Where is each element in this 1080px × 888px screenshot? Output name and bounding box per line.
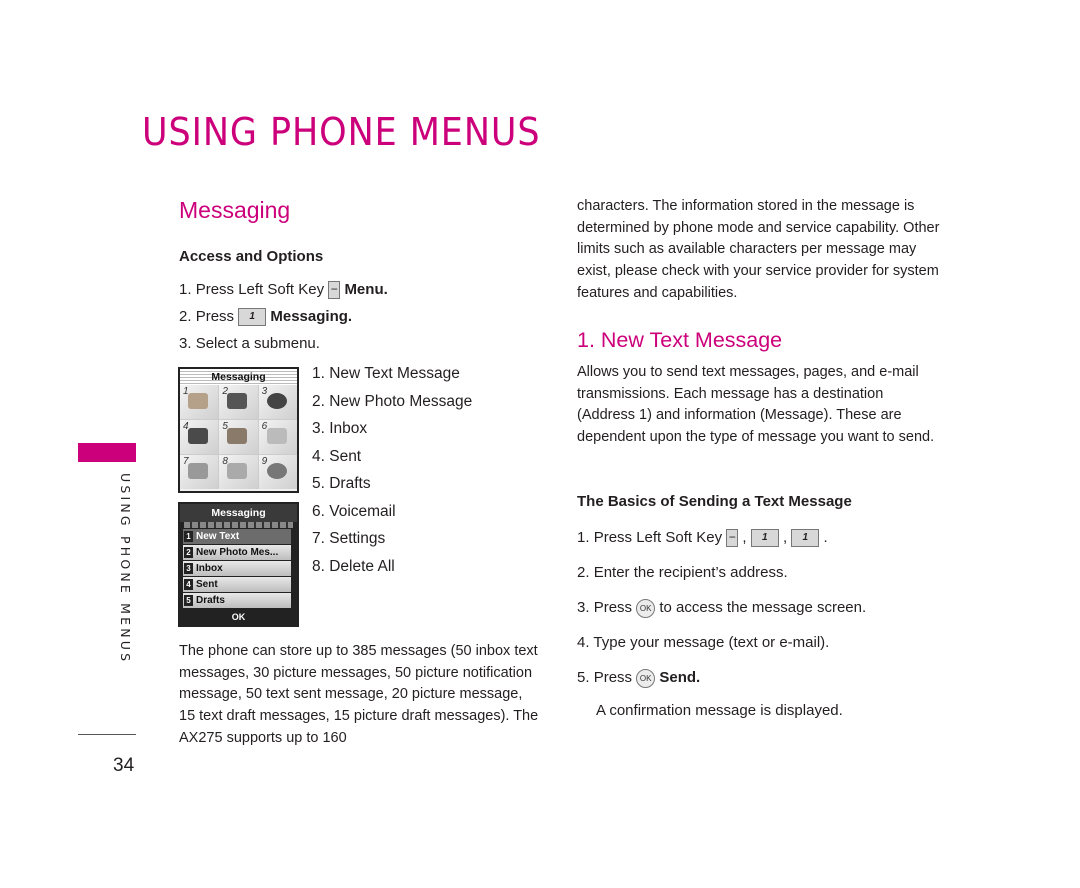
item-label: New Text [196, 531, 240, 542]
step-number: 3. [179, 335, 192, 352]
screen-list-item: 4 Sent [183, 577, 291, 592]
step-text: Select a submenu. [195, 335, 320, 352]
item-number: 2 [184, 546, 193, 558]
submenu-item: 6. Voicemail [312, 502, 396, 520]
grid-cell: 7 [180, 455, 219, 489]
send-step-5: 5. Press OK Send. [577, 668, 700, 688]
step-text: Press Left Soft Key [195, 281, 325, 298]
send-step-3: 3. Press OK to access the message screen… [577, 598, 866, 618]
step-text: Press Left Soft Key [593, 529, 723, 546]
screen-list-item: 3 Inbox [183, 561, 291, 576]
fast-forward-icon [266, 393, 287, 409]
soft-key-icon: − [328, 281, 341, 300]
step-number: 1. [179, 281, 192, 298]
grid-cell: 9 [258, 455, 297, 489]
submenu-item: 2. New Photo Message [312, 392, 473, 410]
step-number: 2. [179, 308, 192, 325]
step-text: Press [593, 669, 633, 686]
step-number: 4. [577, 634, 590, 651]
grid-cell: 4 [180, 420, 219, 454]
forward-arrow-icon [227, 393, 248, 409]
section-title-new-text-message: 1. New Text Message [577, 328, 783, 352]
item-number: 1 [184, 530, 193, 542]
submenu-item: 7. Settings [312, 530, 386, 547]
grid-cell: 8 [219, 455, 258, 489]
key-1-icon: 1 [791, 529, 820, 548]
new-text-message-paragraph: Allows you to send text messages, pages,… [577, 364, 935, 446]
right-paragraph-continued: characters. The information stored in th… [577, 198, 940, 301]
ok-button-icon: OK [636, 668, 656, 688]
send-step-2: 2. Enter the recipient’s address. [577, 563, 788, 583]
item-number: 4 [184, 578, 193, 590]
page-title: USING PHONE MENUS [142, 110, 541, 154]
side-tab-marker [78, 443, 136, 462]
item-label: Drafts [196, 595, 225, 606]
item-label: Sent [196, 579, 218, 590]
step-text: Enter the recipient’s address. [593, 564, 788, 581]
step-text: to access the message screen. [659, 599, 867, 616]
submenu-item: 8. Delete All [312, 557, 395, 575]
grid-cell: 3 [258, 385, 297, 419]
confirmation-note: A confirmation message is displayed. [596, 702, 843, 719]
screen-title: Messaging [180, 504, 297, 522]
page-number: 34 [113, 755, 135, 776]
grid-cell: 1 [180, 385, 219, 419]
key-1-icon: 1 [750, 529, 779, 548]
soft-key-icon: − [726, 529, 739, 548]
step-bold-text: Messaging. [270, 308, 353, 325]
screen-list-item: 1 New Text [183, 529, 291, 544]
grid-cell: 2 [219, 385, 258, 419]
step-text: Press [195, 308, 235, 325]
send-step-4: 4. Type your message (text or e-mail). [577, 633, 829, 653]
access-step-3: 3. Select a submenu. [179, 334, 320, 354]
gears-icon [266, 463, 287, 479]
access-step-1: 1. Press Left Soft Key − Menu. [179, 280, 388, 300]
grid-cell: 5 [219, 420, 258, 454]
submenu-list: 1. New Text Message 2. New Photo Message… [312, 364, 472, 584]
ok-button-icon: OK [636, 598, 656, 618]
side-section-label: USING PHONE MENUS [118, 473, 133, 665]
submenu-item: 5. Drafts [312, 475, 371, 492]
step-number: 2. [577, 564, 590, 581]
screen-scroll-indicator [184, 522, 293, 528]
submenu-item: 1. New Text Message [312, 365, 460, 382]
grid-cell: 6 [258, 420, 297, 454]
page-number-rule [78, 734, 136, 735]
subsection-basics-sending: The Basics of Sending a Text Message [577, 493, 852, 510]
subsection-access-options: Access and Options [179, 248, 324, 265]
step-number: 3. [577, 599, 590, 616]
step-text: Type your message (text or e-mail). [593, 634, 830, 651]
send-step-1: 1. Press Left Soft Key − , 1 , 1 . [577, 529, 828, 548]
step-bold-text: Menu. [344, 281, 388, 298]
grid-number: 3 [261, 386, 268, 397]
step-text: Press [593, 599, 633, 616]
screen-list-item: 2 New Photo Mes... [183, 545, 291, 560]
phone-screen-list-menu: Messaging 1 New Text 2 New Photo Mes... 3I… [178, 502, 299, 627]
item-number: 5 [184, 594, 193, 606]
trash-icon [227, 463, 248, 479]
storage-paragraph: The phone can store up to 385 messages (… [179, 643, 539, 746]
access-step-2: 2. Press 1 Messaging. [179, 307, 352, 327]
screen-list-item: 5 Drafts [183, 593, 291, 608]
voicemail-icon [266, 428, 287, 444]
submenu-item: 3. Inbox [312, 420, 368, 437]
key-1-icon: 1 [238, 308, 267, 327]
phone-screen-grid-menu: Messaging 1 2 3 4 5 6 7 8 9 [178, 367, 299, 493]
screen-title: Messaging [180, 369, 297, 385]
step-number: 5. [577, 669, 590, 686]
settings-icon [188, 463, 208, 479]
item-label: Inbox [196, 563, 223, 574]
step-number: 1. [577, 529, 590, 546]
sent-icon [227, 428, 248, 444]
inbox-icon [188, 428, 208, 444]
item-label: New Photo Mes... [196, 547, 279, 558]
envelope-icon [188, 393, 208, 409]
screen-ok-softkey: OK [180, 610, 297, 625]
submenu-item: 4. Sent [312, 447, 362, 465]
step-bold-text: Send. [659, 669, 701, 686]
grid-number: 9 [261, 456, 268, 467]
section-title-messaging: Messaging [179, 197, 291, 223]
item-number: 3 [184, 562, 193, 574]
